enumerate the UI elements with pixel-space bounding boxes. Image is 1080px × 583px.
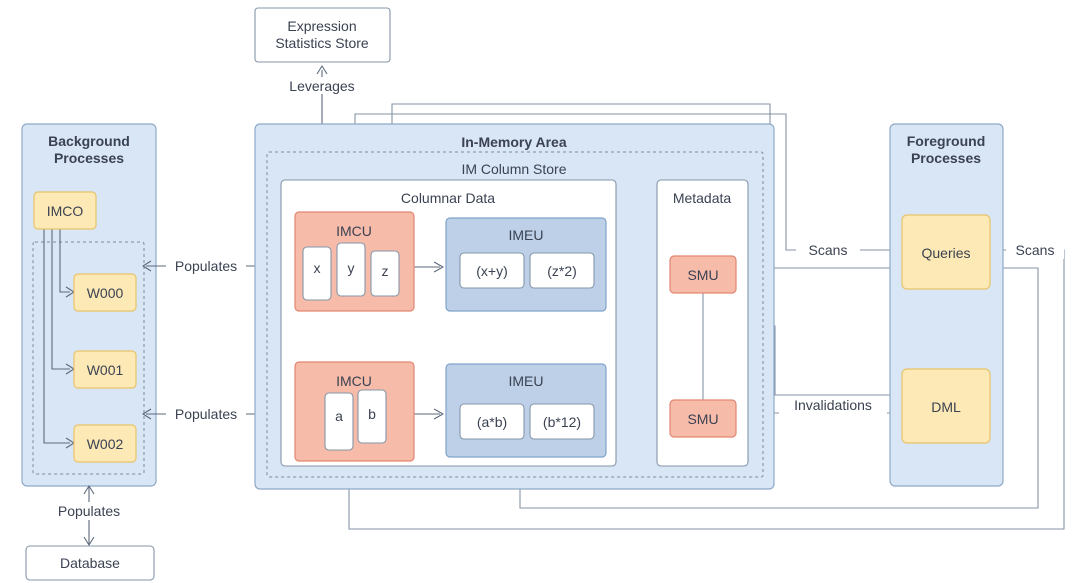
foreground-processes-title-line1: Foreground: [907, 133, 986, 149]
imcu-2-column-a-label: a: [335, 408, 343, 424]
imcu-1-title: IMCU: [336, 223, 372, 239]
smu-1-label: SMU: [687, 267, 718, 283]
edge-scans-left-label: Scans: [809, 242, 848, 258]
foreground-processes-panel[interactable]: Foreground Processes Queries DML: [889, 123, 1004, 487]
columnar-data-title: Columnar Data: [401, 190, 495, 206]
background-processes-title-line1: Background: [48, 133, 130, 149]
in-memory-area-panel[interactable]: In-Memory Area IM Column Store Columnar …: [254, 123, 775, 490]
expression-statistics-store-label-line2: Statistics Store: [275, 35, 369, 51]
imeu-1-expression-2-label: (z*2): [547, 263, 577, 279]
im-column-store-title: IM Column Store: [461, 161, 566, 177]
imeu-1-expression-1-label: (x+y): [476, 263, 508, 279]
imcu-2-column-b-label: b: [368, 406, 376, 422]
columnar-data-group[interactable]: Columnar Data IMCU x y z IMEU (x+y) (z*2…: [280, 179, 617, 467]
worker-w000-label: W000: [87, 285, 124, 301]
imcu-2-title: IMCU: [336, 373, 372, 389]
edge-populates-database-label: Populates: [58, 503, 120, 519]
imeu-unit-1[interactable]: IMEU (x+y) (z*2): [445, 217, 607, 312]
edge-scans-right-label: Scans: [1016, 242, 1055, 258]
imcu-unit-1[interactable]: IMCU x y z: [294, 211, 415, 312]
metadata-group[interactable]: Metadata SMU SMU: [656, 179, 749, 467]
background-processes-panel[interactable]: Background Processes IMCO W000 W001 W002: [21, 123, 157, 487]
in-memory-area-title: In-Memory Area: [461, 134, 567, 150]
background-processes-title-line2: Processes: [54, 150, 124, 166]
metadata-title: Metadata: [673, 190, 732, 206]
imco-label: IMCO: [47, 203, 84, 219]
database-label: Database: [60, 555, 120, 571]
imcu-unit-2[interactable]: IMCU a b: [294, 361, 415, 462]
imcu-1-column-z-label: z: [382, 263, 389, 279]
dml-label: DML: [931, 399, 961, 415]
foreground-processes-title-line2: Processes: [911, 150, 981, 166]
expression-statistics-store-label-line1: Expression: [287, 18, 356, 34]
edge-populates-mid-label: Populates: [175, 406, 237, 422]
imeu-2-title: IMEU: [509, 373, 544, 389]
smu-unit-1[interactable]: SMU: [669, 255, 737, 294]
imeu-unit-2[interactable]: IMEU (a*b) (b*12): [445, 363, 607, 458]
architecture-diagram: Expression Statistics Store Leverages Ba…: [21, 7, 1065, 581]
queries-label: Queries: [921, 245, 970, 261]
edge-invalidations-label: Invalidations: [794, 397, 872, 413]
imeu-2-expression-2-label: (b*12): [543, 414, 581, 430]
imcu-1-column-y-label: y: [348, 260, 355, 276]
smu-2-label: SMU: [687, 411, 718, 427]
worker-w001[interactable]: W001: [73, 350, 137, 389]
edge-leverages-label: Leverages: [289, 78, 354, 94]
database-node[interactable]: Database: [25, 545, 155, 581]
worker-w002[interactable]: W002: [73, 424, 137, 463]
imcu-1-column-x-label: x: [314, 260, 321, 276]
imeu-2-expression-1-label: (a*b): [477, 414, 507, 430]
worker-w000[interactable]: W000: [73, 273, 137, 312]
imeu-1-title: IMEU: [509, 227, 544, 243]
edge-populates-top-label: Populates: [175, 258, 237, 274]
imco-process[interactable]: IMCO: [33, 191, 97, 230]
expression-statistics-store[interactable]: Expression Statistics Store: [254, 7, 391, 63]
worker-w001-label: W001: [87, 362, 124, 378]
dml-node[interactable]: DML: [901, 368, 991, 444]
queries-node[interactable]: Queries: [901, 214, 991, 290]
worker-w002-label: W002: [87, 436, 124, 452]
smu-unit-2[interactable]: SMU: [669, 399, 737, 438]
